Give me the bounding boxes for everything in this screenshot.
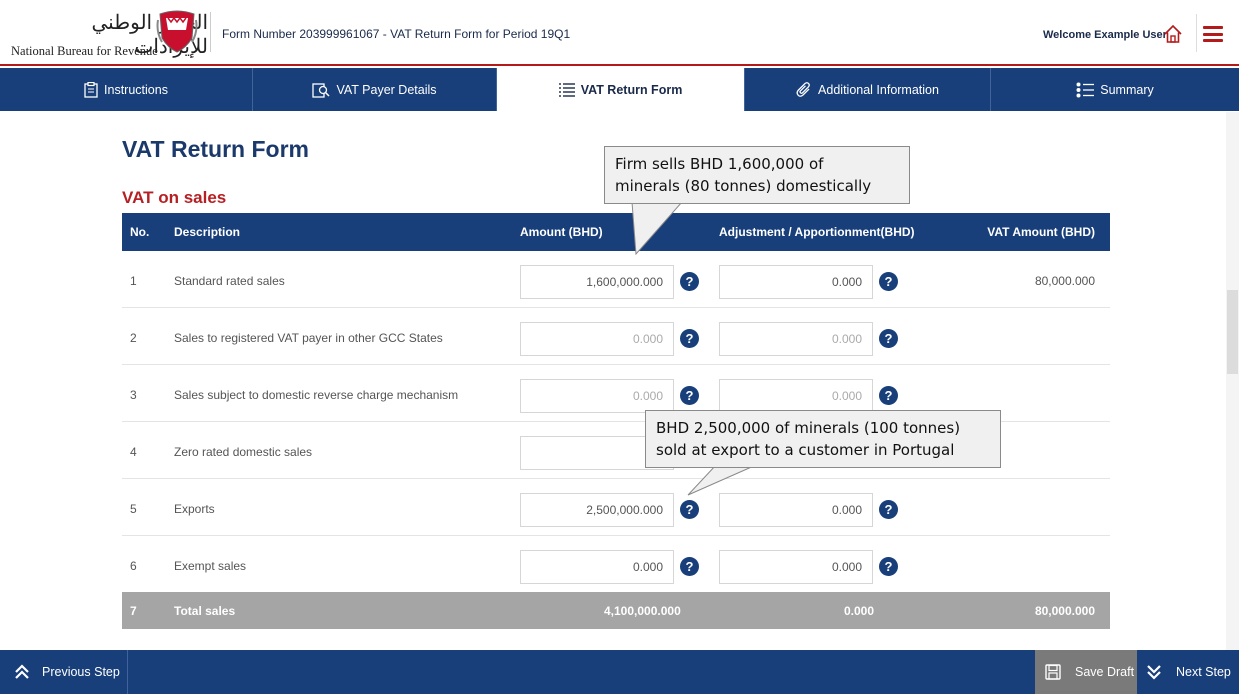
tab-label: Instructions — [104, 82, 168, 97]
double-chevron-up-icon — [15, 664, 29, 679]
footer-bar: Previous Step Save Draft Next Step — [0, 650, 1239, 694]
table-row: 2 Sales to registered VAT payer in other… — [122, 308, 1110, 365]
row-number: 2 — [130, 331, 137, 345]
scrollbar-thumb[interactable] — [1227, 290, 1238, 374]
logo-english-text: National Bureau for Revenue — [11, 44, 158, 58]
adjustment-input[interactable]: 0.000 — [719, 493, 873, 527]
callout-text: BHD 2,500,000 of minerals (100 tonnes) — [656, 419, 961, 437]
amount-input[interactable]: 0.000 — [520, 322, 674, 356]
total-row: 7 Total sales 4,100,000.000 0.000 80,000… — [122, 592, 1110, 629]
callout-export-sales: BHD 2,500,000 of minerals (100 tonnes) s… — [645, 410, 1001, 468]
callout-text: sold at export to a customer in Portugal — [656, 441, 955, 459]
tab-vat-return-form[interactable]: VAT Return Form — [497, 68, 745, 111]
clipboard-icon — [84, 81, 98, 98]
amount-input[interactable]: 1,600,000.000 — [520, 265, 674, 299]
next-step-label: Next Step — [1176, 665, 1231, 679]
header-separator — [1196, 14, 1197, 52]
header-vat-amount: VAT Amount (BHD) — [987, 225, 1095, 239]
amount-input[interactable]: 0.000 — [520, 550, 674, 584]
scrollbar-track[interactable] — [1226, 112, 1239, 650]
header-no: No. — [130, 225, 150, 239]
row-number: 4 — [130, 445, 137, 459]
section-title: VAT on sales — [122, 188, 227, 207]
row-number: 5 — [130, 502, 137, 516]
callout-text: minerals (80 tonnes) domestically — [615, 177, 872, 195]
next-step-button[interactable]: Next Step — [1138, 650, 1239, 694]
header-description: Description — [174, 225, 241, 239]
row-description: Standard rated sales — [174, 274, 285, 288]
form-title: Form Number 203999961067 - VAT Return Fo… — [222, 27, 571, 41]
row-number: 1 — [130, 274, 137, 288]
tab-label: VAT Payer Details — [336, 82, 437, 97]
bahrain-emblem-icon — [156, 10, 198, 53]
help-icon[interactable]: ? — [879, 386, 898, 405]
row-description: Zero rated domestic sales — [174, 445, 313, 459]
tab-vat-payer-details[interactable]: VAT Payer Details — [253, 68, 497, 111]
help-icon[interactable]: ? — [680, 329, 699, 348]
home-icon[interactable] — [1163, 24, 1183, 44]
amount-input[interactable]: 2,500,000.000 — [520, 493, 674, 527]
user-search-icon — [312, 82, 330, 98]
total-amount: 4,100,000.000 — [604, 604, 681, 618]
form-tabs: Instructions VAT Payer Details VAT Retur… — [0, 68, 1239, 111]
previous-step-label: Previous Step — [42, 665, 120, 679]
save-draft-label: Save Draft — [1075, 665, 1135, 679]
table-row: 6 Exempt sales 0.000 ? 0.000 ? — [122, 536, 1110, 593]
save-draft-button[interactable]: Save Draft — [1035, 650, 1137, 694]
row-description: Sales subject to domestic reverse charge… — [174, 388, 459, 402]
adjustment-input[interactable]: 0.000 — [719, 379, 873, 413]
table-row: 5 Exports 2,500,000.000 ? 0.000 ? — [122, 479, 1110, 536]
tab-label: Additional Information — [818, 82, 939, 97]
page-title: VAT Return Form — [122, 136, 309, 162]
help-icon[interactable]: ? — [879, 329, 898, 348]
welcome-text: Welcome Example User — [1043, 29, 1167, 41]
vat-amount-value: 80,000.000 — [1034, 274, 1095, 288]
help-icon[interactable]: ? — [879, 500, 898, 519]
row-description: Sales to registered VAT payer in other G… — [174, 331, 443, 345]
list-icon — [558, 82, 575, 97]
callout-domestic-sales: Firm sells BHD 1,600,000 of minerals (80… — [604, 146, 910, 204]
adjustment-input[interactable]: 0.000 — [719, 550, 873, 584]
nbr-logo[interactable]: الجهاز الوطني للإيرادات National Bureau … — [8, 6, 208, 60]
double-chevron-down-icon — [1147, 665, 1161, 680]
app-header: الجهاز الوطني للإيرادات National Bureau … — [0, 0, 1239, 66]
total-number: 7 — [130, 604, 137, 618]
help-icon[interactable]: ? — [680, 386, 699, 405]
tab-instructions[interactable]: Instructions — [0, 68, 253, 111]
tab-additional-information[interactable]: Additional Information — [745, 68, 991, 111]
row-number: 6 — [130, 559, 137, 573]
help-icon[interactable]: ? — [879, 272, 898, 291]
callout-text: Firm sells BHD 1,600,000 of — [615, 155, 824, 173]
save-disk-icon — [1045, 664, 1061, 680]
header-divider — [210, 12, 211, 52]
total-label: Total sales — [174, 604, 236, 618]
table-header: No. Description Amount (BHD) Adjustment … — [122, 213, 1110, 251]
row-number: 3 — [130, 388, 137, 402]
help-icon[interactable]: ? — [680, 272, 699, 291]
header-adjustment: Adjustment / Apportionment(BHD) — [719, 225, 915, 239]
bullet-list-icon — [1076, 82, 1095, 97]
help-icon[interactable]: ? — [680, 557, 699, 576]
row-description: Exports — [174, 502, 215, 516]
adjustment-input[interactable]: 0.000 — [719, 265, 873, 299]
total-vat-amount: 80,000.000 — [1034, 604, 1095, 618]
tab-summary[interactable]: Summary — [991, 68, 1239, 111]
table-row: 1 Standard rated sales 1,600,000.000 ? 0… — [122, 251, 1110, 308]
paperclip-icon — [796, 81, 810, 97]
total-adjustment: 0.000 — [844, 604, 875, 618]
adjustment-input[interactable]: 0.000 — [719, 322, 873, 356]
previous-step-button[interactable]: Previous Step — [0, 650, 128, 694]
help-icon[interactable]: ? — [680, 500, 699, 519]
header-amount: Amount (BHD) — [520, 225, 603, 239]
hamburger-menu-icon[interactable] — [1203, 26, 1223, 42]
tab-label: Summary — [1100, 82, 1154, 97]
row-description: Exempt sales — [174, 559, 247, 573]
tab-label: VAT Return Form — [580, 82, 683, 97]
help-icon[interactable]: ? — [879, 557, 898, 576]
amount-input[interactable]: 0.000 — [520, 379, 674, 413]
